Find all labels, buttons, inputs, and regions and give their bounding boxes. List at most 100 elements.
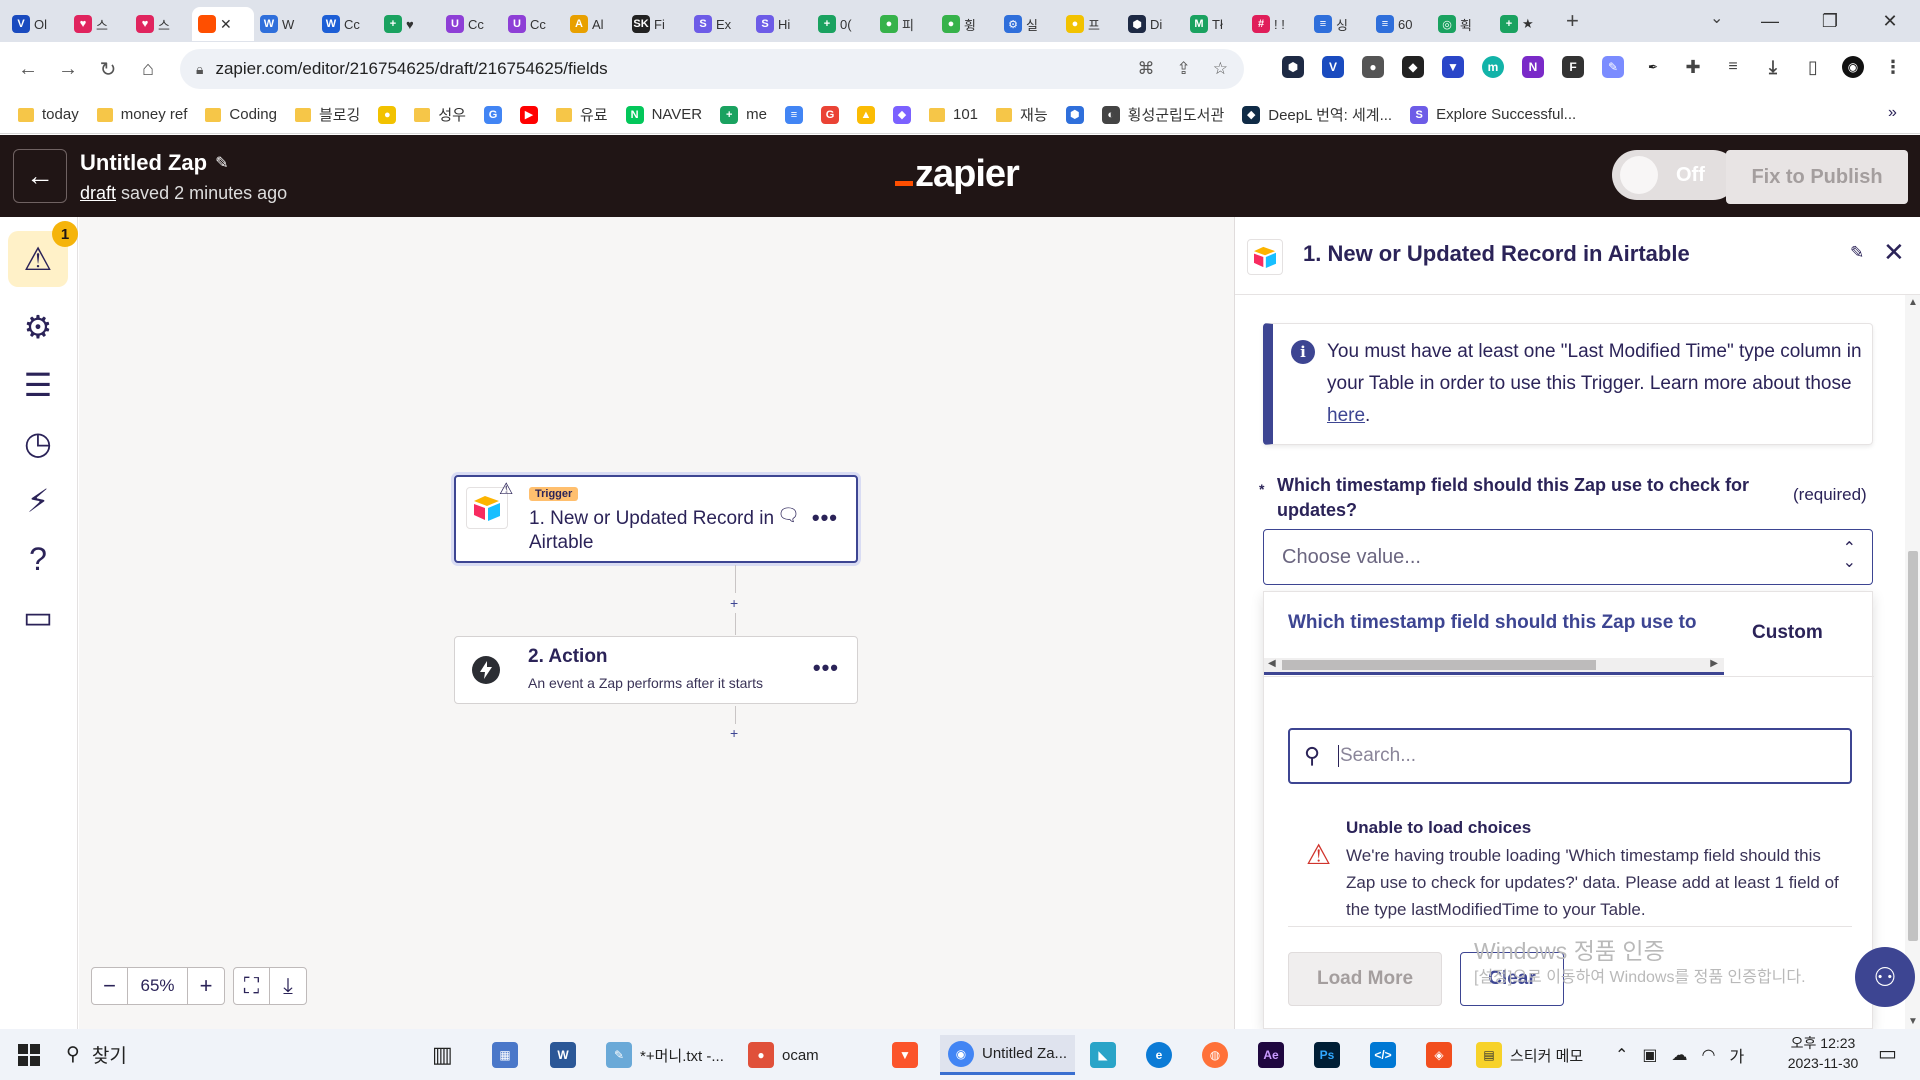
wifi-icon[interactable]: ◠ xyxy=(1702,1045,1716,1065)
scrollbar-thumb[interactable] xyxy=(1282,660,1596,670)
load-more-button[interactable]: Load More xyxy=(1288,952,1442,1006)
back-arrow-icon[interactable]: ← xyxy=(8,58,48,81)
comment-icon[interactable]: 🗨︎ xyxy=(777,505,800,526)
browser-tab[interactable]: ≡ 60 xyxy=(1370,7,1432,41)
fix-to-publish-button[interactable]: Fix to Publish xyxy=(1726,150,1908,204)
draft-link[interactable]: draft xyxy=(80,183,116,203)
url-bar[interactable]: 🔒︎ zapier.com/editor/216754625/draft/216… xyxy=(180,49,1244,89)
tab-close-icon[interactable]: ✕ xyxy=(220,16,232,33)
photoshop-icon[interactable]: Ps xyxy=(1314,1042,1340,1068)
browser-tab[interactable]: # ! ! xyxy=(1246,7,1308,41)
browser-tab[interactable]: ◎ 휙 xyxy=(1432,7,1494,41)
extension-shield-icon[interactable]: ▼ xyxy=(1442,56,1464,78)
bookmark-item[interactable]: ◐ 횡성군립도서관 xyxy=(1101,104,1224,125)
bookmark-item[interactable]: ▶ xyxy=(519,105,538,124)
minimize-icon[interactable]: — xyxy=(1740,11,1800,32)
bookmark-item[interactable]: 유료 xyxy=(555,104,608,125)
browser-tab[interactable]: WW xyxy=(254,7,316,41)
side-panel-icon[interactable]: ▯ xyxy=(1802,56,1824,78)
browser-tab[interactable]: S Ex xyxy=(688,7,750,41)
taskbar-notepad[interactable]: ✎ *+머니.txt -... xyxy=(606,1035,724,1075)
calculator-icon[interactable]: ▦ xyxy=(492,1042,518,1068)
bookmark-item[interactable]: ● xyxy=(378,105,397,124)
home-icon[interactable]: ⌂ xyxy=(128,58,168,81)
tab-search-dropdown-icon[interactable]: ⌄ xyxy=(1710,8,1723,28)
timestamp-field-select[interactable]: Choose value... ⌃ ⌄ xyxy=(1263,529,1873,585)
learn-more-link[interactable]: here xyxy=(1327,405,1365,426)
back-button[interactable]: ← xyxy=(13,149,67,203)
app-icon[interactable]: ◣ xyxy=(1090,1042,1116,1068)
bookmark-item[interactable]: Coding xyxy=(205,106,277,123)
sidebar-alerts[interactable]: ⚠ 1 xyxy=(8,221,78,287)
browser-tab[interactable]: ⬢ Di xyxy=(1122,7,1184,41)
edge-icon[interactable]: e xyxy=(1146,1042,1172,1068)
extension-m-icon[interactable]: m xyxy=(1482,56,1504,78)
bookmark-item[interactable]: ◆ DeepL 번역: 세계... xyxy=(1242,104,1392,125)
scroll-up-icon[interactable]: ▲ xyxy=(1908,297,1918,308)
browser-tab[interactable]: A Al xyxy=(564,7,626,41)
zoom-out-button[interactable]: − xyxy=(92,968,128,1004)
new-tab-plus-icon[interactable]: + xyxy=(1566,8,1579,34)
start-button[interactable] xyxy=(0,1029,58,1080)
forward-arrow-icon[interactable]: → xyxy=(48,58,88,81)
zap-title[interactable]: Untitled Zap ✎ xyxy=(80,150,229,176)
bookmark-item[interactable]: ▲ xyxy=(857,105,875,124)
extension-glasses-icon[interactable]: ● xyxy=(1362,56,1384,78)
add-step-plus-icon[interactable]: + xyxy=(730,725,738,741)
zoom-in-button[interactable]: + xyxy=(188,968,224,1004)
bookmark-item[interactable]: money ref xyxy=(96,106,187,123)
bookmark-star-icon[interactable]: ☆ xyxy=(1213,59,1228,79)
ime-indicator[interactable]: 가 xyxy=(1730,1043,1745,1067)
browser-tab[interactable]: ≡ 싱 xyxy=(1308,7,1370,41)
support-chat-button[interactable]: ⚇ xyxy=(1855,947,1915,1007)
more-bookmarks-icon[interactable]: » xyxy=(1888,104,1904,122)
browser-tab[interactable]: ✕ xyxy=(192,7,254,41)
bookmark-item[interactable]: 성우 xyxy=(414,104,466,125)
step-more-icon[interactable]: ••• xyxy=(812,505,838,531)
reload-icon[interactable]: ↻ xyxy=(88,57,128,82)
browser-tab[interactable]: V Ol xyxy=(6,7,68,41)
site-info-icon[interactable]: 🔒︎ xyxy=(196,61,203,78)
maximize-icon[interactable]: ❐ xyxy=(1800,11,1860,32)
browser-tab[interactable]: ♥ 스 xyxy=(68,7,130,41)
figma-icon[interactable]: ◈ xyxy=(1426,1042,1452,1068)
extension-cat-icon[interactable]: ◆ xyxy=(1402,56,1424,78)
close-window-icon[interactable]: ✕ xyxy=(1860,11,1920,32)
extension-hex-icon[interactable]: ⬢ xyxy=(1282,56,1304,78)
bookmark-item[interactable]: + me xyxy=(720,105,767,124)
zap-on-off-toggle[interactable]: Off xyxy=(1612,150,1738,200)
browser-tab[interactable]: ♥ 스 xyxy=(130,7,192,41)
profile-avatar[interactable]: ◉ xyxy=(1842,56,1864,78)
taskbar-search[interactable]: ⚲ 찾기 xyxy=(66,1029,127,1080)
tab-horizontal-scrollbar[interactable]: ◀ ▶ xyxy=(1264,658,1724,672)
browser-menu-icon[interactable]: ⋮ xyxy=(1882,56,1904,78)
comment-icon[interactable]: ▭ xyxy=(8,589,68,645)
bookmark-item[interactable]: ≡ xyxy=(785,105,803,124)
taskbar-sticky-notes[interactable]: ▤ 스티커 메모 xyxy=(1476,1035,1583,1075)
bookmark-item[interactable]: N NAVER xyxy=(625,105,702,124)
close-icon[interactable]: ✕ xyxy=(1883,237,1905,268)
taskbar-chrome[interactable]: ◉ Untitled Za... xyxy=(940,1035,1076,1075)
bookmark-item[interactable]: 블로깅 xyxy=(294,104,360,125)
action-step-card[interactable]: 2. Action An event a Zap performs after … xyxy=(454,636,858,704)
choice-search-input[interactable]: ⚲ Search... xyxy=(1288,728,1852,784)
zap-runs-icon[interactable]: ⚡ xyxy=(8,473,68,529)
chevron-up-icon[interactable]: ⌃ xyxy=(1615,1045,1628,1065)
pencil-icon[interactable]: ✎ xyxy=(1850,243,1864,263)
bookmark-item[interactable]: 101 xyxy=(929,106,978,123)
firefox-icon[interactable]: ◍ xyxy=(1202,1042,1228,1068)
panel-vertical-scrollbar[interactable]: ▲ ▼ xyxy=(1905,295,1920,1029)
browser-tab[interactable]: ● 프 xyxy=(1060,7,1122,41)
bookmark-item[interactable]: today xyxy=(18,106,79,123)
extension-onenote-icon[interactable]: N xyxy=(1522,56,1544,78)
taskbar-clock[interactable]: 오후 12:23 2023-11-30 xyxy=(1768,1033,1878,1073)
extensions-puzzle-icon[interactable]: ✚ xyxy=(1682,56,1704,78)
bookmark-item[interactable]: G xyxy=(483,105,502,124)
translate-icon[interactable]: ⌘ xyxy=(1138,59,1155,79)
bookmark-item[interactable]: ⬢ xyxy=(1065,105,1084,124)
settings-gear-icon[interactable]: ⚙ xyxy=(8,299,68,355)
cloud-icon[interactable]: ☁ xyxy=(1672,1045,1688,1065)
fit-to-view-icon[interactable]: ⛶ xyxy=(234,968,270,1004)
browser-tab[interactable]: ● 휭 xyxy=(936,7,998,41)
browser-tab[interactable]: ● 피 xyxy=(874,7,936,41)
